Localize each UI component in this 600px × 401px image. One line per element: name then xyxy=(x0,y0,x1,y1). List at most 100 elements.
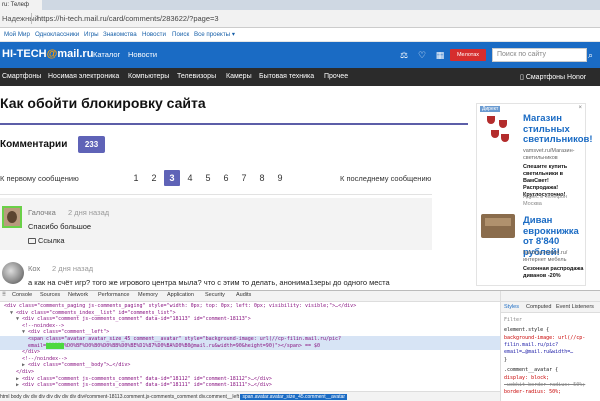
dom-node-code: email=░░░░░░%D0%BF%D0%B0%D0%BB%D0%BE%D1%… xyxy=(28,342,320,349)
ad-domain[interactable]: vamsvet.ru/Магазин-светильников xyxy=(523,148,585,162)
breadcrumb-item-selected[interactable]: span.avatar.avatar_size_45.comment__avat… xyxy=(240,394,348,400)
style-rule-line[interactable]: filin.mail.ru/pic? xyxy=(504,342,558,348)
category-other[interactable]: Прочее xyxy=(324,73,348,80)
dom-node-line[interactable]: ▶ <div class="comment js-comments_commen… xyxy=(0,382,500,389)
sidebar-ad[interactable]: Директ × Магазин стильных светильников! … xyxy=(476,103,593,286)
comment-author[interactable]: Кох xyxy=(28,264,40,273)
dom-node-code: <div class="comment__left"> xyxy=(28,329,110,336)
breadcrumb-item[interactable]: div.comment__left xyxy=(199,394,241,400)
category-honor[interactable]: ▯ Смартфоны Honor xyxy=(520,73,586,81)
devtools-tab-sources[interactable]: Sources xyxy=(40,292,60,298)
ad-location[interactable]: Адрес и телефон Москва xyxy=(523,194,585,208)
first-message-link[interactable]: К первому сообщению xyxy=(0,174,79,183)
dom-node-code: <div class="comment js-comments_comment"… xyxy=(22,316,251,323)
address-bar[interactable]: Надежный https://hi-tech.mail.ru/card/co… xyxy=(0,10,600,28)
portal-link-ok[interactable]: Одноклассники xyxy=(35,31,79,38)
page-8[interactable]: 8 xyxy=(254,170,270,186)
portal-link-games[interactable]: Игры xyxy=(84,31,99,38)
styles-filter[interactable]: Filter xyxy=(504,317,522,323)
redacted-email: ░░░░░░ xyxy=(46,342,65,349)
dom-node-code: <!--noindex--> xyxy=(22,322,65,329)
style-rule-line[interactable]: border-radius: 50%; xyxy=(504,389,561,395)
portal-link-search[interactable]: Поиск xyxy=(172,31,189,38)
category-tvs[interactable]: Телевизоры xyxy=(177,73,216,80)
breadcrumb-item[interactable]: div#comment-18113.comment.js-comments_co… xyxy=(78,394,199,400)
portal-link-all-projects[interactable]: Все проекты ▾ xyxy=(194,31,235,38)
dom-node-code: <div class="comments_paging js-comments_… xyxy=(4,303,357,309)
devtools-tab-security[interactable]: Security xyxy=(205,292,225,298)
lamps-image[interactable] xyxy=(485,114,511,144)
site-logo[interactable]: HI-TECH@mail.ru xyxy=(2,48,93,60)
browser-tab[interactable]: ru: Телеф xyxy=(0,0,42,10)
page-6[interactable]: 6 xyxy=(218,170,234,186)
breadcrumb-item[interactable]: body xyxy=(11,394,23,400)
site-header: HI-TECH@mail.ru Каталог Новости ⚖ ♡ ▦ Me… xyxy=(0,42,600,68)
sofa-image[interactable] xyxy=(481,214,515,238)
search-icon[interactable]: ⌕ xyxy=(588,50,593,61)
category-computers[interactable]: Компьютеры xyxy=(128,73,169,80)
devtools-tab-application[interactable]: Application xyxy=(167,292,194,298)
breadcrumb-item[interactable]: div xyxy=(70,394,78,400)
comment-author[interactable]: Галочка xyxy=(28,208,56,217)
dom-node-code: <div class="comment js-comments_comment"… xyxy=(22,375,272,382)
ad-badge: Директ xyxy=(480,106,501,112)
secure-label[interactable]: Надежный xyxy=(2,14,39,23)
nav-catalog[interactable]: Каталог xyxy=(93,50,120,59)
style-rule-line[interactable]: email=…@mail.ru&width=… xyxy=(504,349,573,355)
dock-icon[interactable]: ⠿ xyxy=(2,292,6,298)
portal-link-moi-mir[interactable]: Мой Мир xyxy=(4,31,30,38)
page-1[interactable]: 1 xyxy=(128,170,144,186)
portal-link-dating[interactable]: Знакомства xyxy=(103,31,137,38)
comment-link[interactable]: Ссылка xyxy=(28,236,65,245)
nav-news[interactable]: Новости xyxy=(128,50,157,59)
browser-tab-strip: ru: Телеф xyxy=(0,0,600,10)
url-text[interactable]: https://hi-tech.mail.ru/card/comments/28… xyxy=(37,14,219,23)
dom-node-code: <!--/noindex--> xyxy=(22,355,68,362)
styles-tab-computed[interactable]: Computed xyxy=(526,304,551,310)
portal-nav: Мой Мир Одноклассники Игры Знакомства Но… xyxy=(0,28,600,42)
avatar[interactable] xyxy=(2,262,24,284)
last-message-link[interactable]: К последнему сообщению xyxy=(340,174,431,183)
page-2[interactable]: 2 xyxy=(146,170,162,186)
page-4[interactable]: 4 xyxy=(182,170,198,186)
close-icon[interactable]: × xyxy=(578,105,582,111)
heart-icon[interactable]: ♡ xyxy=(416,49,428,61)
breadcrumb-item[interactable]: div xyxy=(54,394,62,400)
style-rule-line[interactable]: -webkit-border-radius: 50%; xyxy=(504,382,585,388)
promo-button[interactable]: Meлотах xyxy=(450,49,486,61)
category-appliances[interactable]: Бытовая техника xyxy=(259,73,314,80)
breadcrumb-item[interactable]: div xyxy=(31,394,39,400)
page-9[interactable]: 9 xyxy=(272,170,288,186)
dom-node-code: </div> xyxy=(22,349,41,356)
logo-left-text: HI-TECH xyxy=(2,48,47,60)
category-smartphones[interactable]: Смартфоны xyxy=(2,73,41,80)
scales-icon[interactable]: ⚖ xyxy=(398,49,410,61)
search-input[interactable]: Поиск по сайту xyxy=(492,48,587,62)
devtools-tab-memory[interactable]: Memory xyxy=(138,292,158,298)
category-wearables[interactable]: Носимая электроника xyxy=(48,73,119,80)
devtools-tab-network[interactable]: Network xyxy=(68,292,88,298)
styles-tab-styles[interactable]: Styles xyxy=(504,304,519,310)
ad-title[interactable]: Магазин стильных светильников! xyxy=(523,113,593,146)
devtools-tab-performance[interactable]: Performance xyxy=(98,292,130,298)
style-rule-line[interactable]: display: block; xyxy=(504,375,549,381)
page-5[interactable]: 5 xyxy=(200,170,216,186)
category-cameras[interactable]: Камеры xyxy=(226,73,252,80)
styles-tab-event-listeners[interactable]: Event Listeners xyxy=(556,304,594,310)
page-3-current[interactable]: 3 xyxy=(164,170,180,186)
style-rule-line[interactable]: background-image: url(//cp- xyxy=(504,335,585,341)
dom-tree[interactable]: <div class="comments_paging js-comments_… xyxy=(0,302,500,390)
avatar[interactable] xyxy=(2,206,22,228)
breadcrumb-item[interactable]: div xyxy=(23,394,31,400)
breadcrumb-item[interactable]: html xyxy=(0,394,11,400)
devtools-tab-audits[interactable]: Audits xyxy=(236,292,251,298)
comment-link-label: Ссылка xyxy=(38,236,65,245)
grid-icon[interactable]: ▦ xyxy=(434,49,446,61)
devtools-tab-console[interactable]: Console xyxy=(12,292,32,298)
pagination-divider xyxy=(0,194,432,195)
logo-right-text: mail.ru xyxy=(57,48,94,60)
page-7[interactable]: 7 xyxy=(236,170,252,186)
portal-link-news[interactable]: Новости xyxy=(142,31,166,38)
ad-domain[interactable]: hakoma-mebel.ru/ интернет мебель xyxy=(523,250,585,264)
breadcrumb-item[interactable]: div xyxy=(62,394,70,400)
